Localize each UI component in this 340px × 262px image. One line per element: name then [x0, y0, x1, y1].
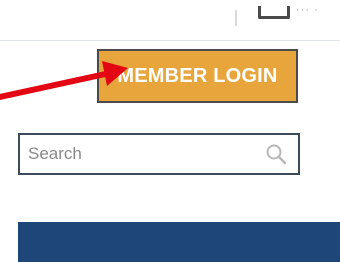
- search-input[interactable]: [28, 141, 248, 167]
- cart-icon[interactable]: [258, 6, 290, 19]
- page: ··· · MEMBER LOGIN: [0, 0, 340, 262]
- main-nav-bar: [18, 222, 340, 262]
- search-box: [18, 133, 300, 175]
- top-utility-bar: ··· ·: [0, 0, 340, 41]
- member-login-button[interactable]: MEMBER LOGIN: [97, 49, 298, 103]
- divider: [235, 10, 237, 26]
- search-icon[interactable]: [264, 142, 288, 166]
- top-utility-text: ··· ·: [296, 4, 319, 16]
